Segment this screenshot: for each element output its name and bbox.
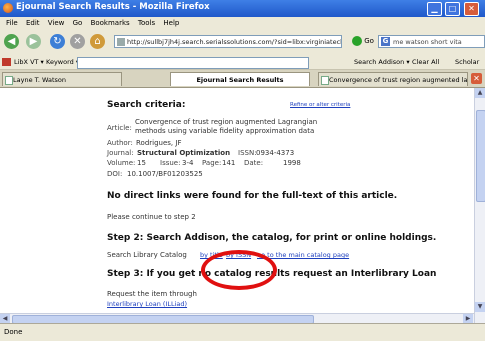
libx-menu[interactable]: LibX VT ▾ xyxy=(14,55,44,69)
scroll-left-icon[interactable]: ◀ xyxy=(0,314,10,323)
stop-icon[interactable]: ✕ xyxy=(70,34,85,49)
close-tab-icon[interactable]: ✕ xyxy=(471,73,482,84)
title-bar: Ejournal Search Results - Mozilla Firefo… xyxy=(0,0,485,17)
window-title: Ejournal Search Results - Mozilla Firefo… xyxy=(16,2,210,12)
page-icon xyxy=(5,76,13,85)
menu-view[interactable]: View xyxy=(48,17,65,29)
author-value: Rodrigues, JF xyxy=(136,139,182,147)
vertical-scroll-thumb[interactable] xyxy=(476,110,485,202)
minimize-button[interactable]: ▁ xyxy=(427,2,442,16)
search-criteria-heading: Search criteria: xyxy=(107,100,186,110)
url-text: http://sullbj7jh4j.search.serialssolutio… xyxy=(127,38,341,46)
reload-icon[interactable]: ↻ xyxy=(50,34,65,49)
menu-bookmarks[interactable]: Bookmarks xyxy=(91,17,130,29)
vertical-scrollbar[interactable]: ▲ ▼ xyxy=(474,88,485,323)
url-bar[interactable]: http://sullbj7jh4j.search.serialssolutio… xyxy=(114,35,342,48)
menu-edit[interactable]: Edit xyxy=(26,17,40,29)
page-value: 141 xyxy=(222,159,236,167)
libx-icon xyxy=(2,58,11,66)
menu-tools[interactable]: Tools xyxy=(138,17,155,29)
step2-heading: Step 2: Search Addison, the catalog, for… xyxy=(107,233,437,243)
firefox-icon xyxy=(3,3,13,13)
volume-value: 15 xyxy=(137,159,146,167)
forward-icon[interactable]: ▶ xyxy=(26,34,41,49)
journal-value: Structural Optimization xyxy=(137,149,231,157)
doi-label: DOI: xyxy=(107,170,123,178)
article-title-line2: methods using variable fidelity approxim… xyxy=(135,127,315,135)
close-window-button[interactable]: ✕ xyxy=(464,2,479,16)
libx-search-button[interactable]: Search Addison ▾ xyxy=(354,55,410,69)
go-label: Go xyxy=(364,37,374,45)
date-value: 1998 xyxy=(283,159,301,167)
menu-bar: File Edit View Go Bookmarks Tools Help xyxy=(0,17,485,29)
browser-window: Ejournal Search Results - Mozilla Firefo… xyxy=(0,0,485,341)
volume-label: Volume: xyxy=(107,159,136,167)
no-links-heading: No direct links were found for the full-… xyxy=(107,191,398,201)
menu-help[interactable]: Help xyxy=(163,17,179,29)
date-label: Date: xyxy=(244,159,264,167)
go-button[interactable]: Go xyxy=(352,34,374,49)
issue-label: Issue: xyxy=(160,159,181,167)
page-icon xyxy=(321,76,329,85)
search-box-text: me watson short vita xyxy=(393,38,462,46)
status-bar: Done xyxy=(0,323,485,341)
tab-ejournal-results[interactable]: Ejournal Search Results xyxy=(170,72,310,86)
go-icon xyxy=(352,36,362,46)
back-icon[interactable]: ◀ xyxy=(4,34,19,49)
libx-toolbar: LibX VT ▾ Keyword ▾ Search Addison ▾ Cle… xyxy=(0,55,485,70)
tab-layne-watson[interactable]: Layne T. Watson xyxy=(2,72,122,86)
libx-keyword-dropdown[interactable]: Keyword ▾ xyxy=(46,55,79,69)
request-text: Request the item through xyxy=(107,290,197,298)
journal-label: Journal: xyxy=(107,149,134,157)
google-icon: G xyxy=(381,37,390,46)
tab-bar: Layne T. Watson Ejournal Search Results … xyxy=(0,70,485,88)
article-title-line1: Convergence of trust region augmented La… xyxy=(135,118,318,126)
issn-label: ISSN: xyxy=(238,149,257,157)
menu-go[interactable]: Go xyxy=(73,17,83,29)
home-icon[interactable]: ⌂ xyxy=(90,34,105,49)
scroll-right-icon[interactable]: ▶ xyxy=(463,314,473,323)
issue-value: 3-4 xyxy=(182,159,194,167)
tab-label: Convergence of trust region augmented la… xyxy=(329,76,468,84)
menu-file[interactable]: File xyxy=(6,17,18,29)
tab-label: Ejournal Search Results xyxy=(196,76,284,84)
continue-text: Please continue to step 2 xyxy=(107,213,196,221)
search-box[interactable]: G me watson short vita xyxy=(378,35,485,48)
libx-keyword-input[interactable] xyxy=(77,57,309,69)
doi-value: 10.1007/BF01203525 xyxy=(127,170,203,178)
scroll-down-icon[interactable]: ▼ xyxy=(475,302,485,312)
page-label: Page: xyxy=(202,159,222,167)
author-label: Author: xyxy=(107,139,133,147)
annotation-circle xyxy=(201,250,277,290)
refine-criteria-link[interactable]: Refine or alter criteria xyxy=(290,102,350,108)
libx-scholar-button[interactable]: Scholar xyxy=(455,55,479,69)
tab-convergence[interactable]: Convergence of trust region augmented la… xyxy=(318,72,468,86)
search-catalog-label: Search Library Catalog xyxy=(107,251,187,259)
scroll-up-icon[interactable]: ▲ xyxy=(475,88,485,98)
interlibrary-loan-link[interactable]: Interlibrary Loan (ILLiad) xyxy=(107,300,187,308)
tab-label: Layne T. Watson xyxy=(13,76,66,84)
page-favicon xyxy=(117,38,125,46)
issn-value: 0934-4373 xyxy=(256,149,295,157)
main-catalog-link[interactable]: go to the main catalog page xyxy=(257,251,349,259)
navigation-toolbar: ◀ ▶ ↻ ✕ ⌂ http://sullbj7jh4j.search.seri… xyxy=(0,29,485,56)
article-label: Article: xyxy=(107,124,132,132)
status-text: Done xyxy=(4,328,23,336)
maximize-button[interactable]: □ xyxy=(445,2,460,16)
libx-clear-button[interactable]: Clear All xyxy=(412,55,439,69)
